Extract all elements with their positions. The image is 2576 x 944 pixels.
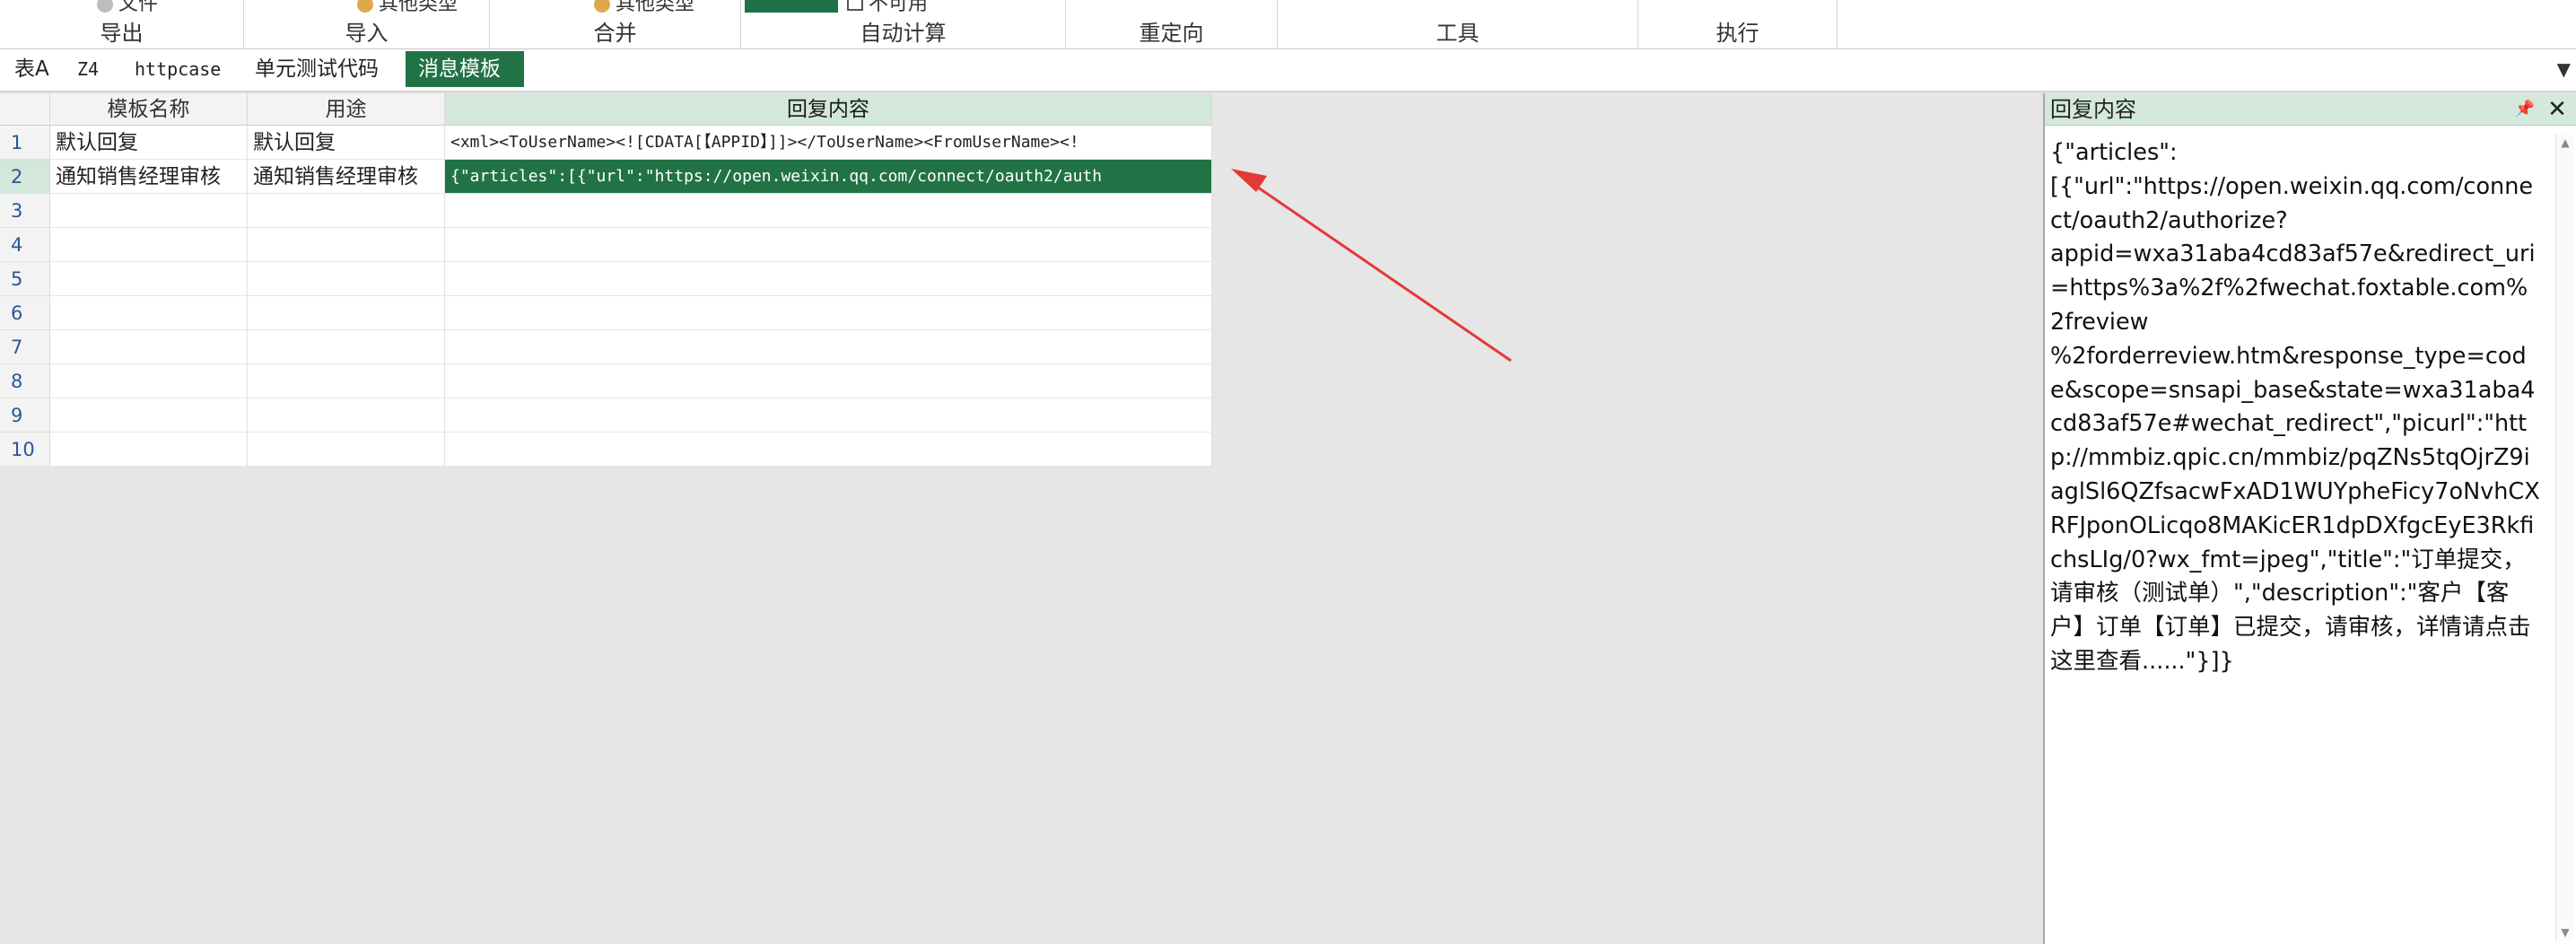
database-icon: [357, 0, 373, 13]
ribbon-group-label: 导出: [100, 21, 144, 46]
file-icon: [97, 0, 113, 13]
table-cell[interactable]: 通知销售经理审核: [248, 160, 445, 194]
database-icon: [594, 0, 610, 13]
ribbon-group-auto-calc: 不可用 自动计算: [741, 0, 1066, 48]
table-cell[interactable]: [50, 228, 248, 262]
data-grid: 模板名称 用途 回复内容 1 2 3 4 5 6 7 8 9 10 默认回复 默…: [0, 93, 1212, 467]
ribbon-group-label: 重定向: [1139, 21, 1204, 46]
row-number[interactable]: 1: [0, 126, 50, 160]
ribbon: 文件 导出 其他类型 导入 其他类型 合并 不可用 自动计算 重定向 工具 执行: [0, 0, 2576, 49]
column-header-template-name[interactable]: 模板名称: [50, 93, 248, 126]
table-cell[interactable]: [50, 398, 248, 433]
panel-title-bar: 回复内容 📌 ✕: [2045, 93, 2576, 126]
ribbon-group-label: 工具: [1436, 21, 1480, 46]
column-header-reply-content[interactable]: 回复内容: [445, 93, 1212, 126]
column-header-purpose[interactable]: 用途: [248, 93, 445, 126]
ribbon-group-import: 其他类型 导入: [244, 0, 490, 48]
tab-httpcase[interactable]: httpcase: [122, 51, 233, 87]
row-number[interactable]: 6: [0, 296, 50, 330]
table-cell[interactable]: [445, 228, 1212, 262]
row-number[interactable]: 5: [0, 262, 50, 296]
table-cell[interactable]: 默认回复: [248, 126, 445, 160]
table-cell[interactable]: 默认回复: [50, 126, 248, 160]
table-cell[interactable]: [248, 330, 445, 364]
row-number[interactable]: 8: [0, 364, 50, 398]
ribbon-group-redirect: 重定向: [1066, 0, 1278, 48]
table-cell[interactable]: <xml><ToUserName><![CDATA[【APPID】]]></To…: [445, 126, 1212, 160]
close-icon[interactable]: ✕: [2544, 96, 2571, 123]
panel-scrollbar[interactable]: ▲ ▼: [2555, 135, 2574, 940]
ribbon-group-label: 合并: [593, 21, 637, 46]
selected-cell[interactable]: {"articles":[{"url":"https://open.weixin…: [445, 160, 1212, 194]
row-number[interactable]: 3: [0, 194, 50, 228]
scroll-down-icon[interactable]: ▼: [2556, 926, 2574, 939]
calc-option-button[interactable]: 不可用: [847, 0, 928, 16]
arrow-shaft: [1248, 179, 1512, 363]
table-cell[interactable]: [248, 194, 445, 228]
table-cell[interactable]: [50, 296, 248, 330]
grid-corner[interactable]: [0, 93, 50, 126]
checkbox-icon: [847, 0, 863, 11]
ribbon-group-merge: 其他类型 合并: [490, 0, 741, 48]
ribbon-group-label: 自动计算: [860, 21, 947, 46]
chevron-down-icon[interactable]: ▼: [2557, 58, 2571, 80]
merge-other-button[interactable]: 其他类型: [594, 0, 694, 16]
scroll-up-icon[interactable]: ▲: [2556, 136, 2574, 149]
export-button[interactable]: 文件: [97, 0, 158, 16]
table-cell[interactable]: [50, 364, 248, 398]
panel-title: 回复内容: [2050, 97, 2136, 122]
row-number[interactable]: 10: [0, 433, 50, 467]
row-number[interactable]: 2: [0, 160, 50, 194]
tab-table-a[interactable]: 表A: [2, 51, 62, 87]
panel-content-text[interactable]: {"articles": [{"url":"https://open.weixi…: [2050, 136, 2540, 935]
table-cell[interactable]: [445, 262, 1212, 296]
table-cell[interactable]: [50, 433, 248, 467]
table-cell[interactable]: [50, 262, 248, 296]
tab-unit-test-code[interactable]: 单元测试代码: [242, 51, 391, 87]
ribbon-group-export: 文件 导出: [0, 0, 244, 48]
table-cell[interactable]: [445, 398, 1212, 433]
table-cell[interactable]: [248, 398, 445, 433]
table-cell[interactable]: [445, 330, 1212, 364]
sheet-tab-bar: 表A Z4 httpcase 单元测试代码 消息模板 ▼: [0, 49, 2576, 92]
table-cell[interactable]: [445, 194, 1212, 228]
arrow-head: [1231, 169, 1267, 192]
table-cell[interactable]: 通知销售经理审核: [50, 160, 248, 194]
table-cell[interactable]: [248, 296, 445, 330]
ribbon-group-tools: 工具: [1278, 0, 1638, 48]
table-cell[interactable]: [445, 433, 1212, 467]
auto-calc-button[interactable]: [745, 0, 838, 13]
table-cell[interactable]: [445, 364, 1212, 398]
tab-message-template[interactable]: 消息模板: [406, 51, 524, 87]
row-number[interactable]: 4: [0, 228, 50, 262]
ribbon-group-label: 执行: [1716, 21, 1760, 46]
ribbon-group-label: 导入: [345, 21, 389, 46]
table-cell[interactable]: [445, 296, 1212, 330]
table-cell[interactable]: [248, 364, 445, 398]
table-cell[interactable]: [248, 228, 445, 262]
table-cell[interactable]: [50, 330, 248, 364]
reply-content-panel: 回复内容 📌 ✕ {"articles": [{"url":"https://o…: [2043, 93, 2576, 944]
table-cell[interactable]: [50, 194, 248, 228]
table-cell[interactable]: [248, 433, 445, 467]
row-number[interactable]: 9: [0, 398, 50, 433]
row-number[interactable]: 7: [0, 330, 50, 364]
import-other-button[interactable]: 其他类型: [357, 0, 458, 16]
tab-z4[interactable]: Z4: [65, 51, 111, 87]
ribbon-group-execute: 执行: [1638, 0, 1838, 48]
pin-icon[interactable]: 📌: [2511, 96, 2538, 123]
table-cell[interactable]: [248, 262, 445, 296]
